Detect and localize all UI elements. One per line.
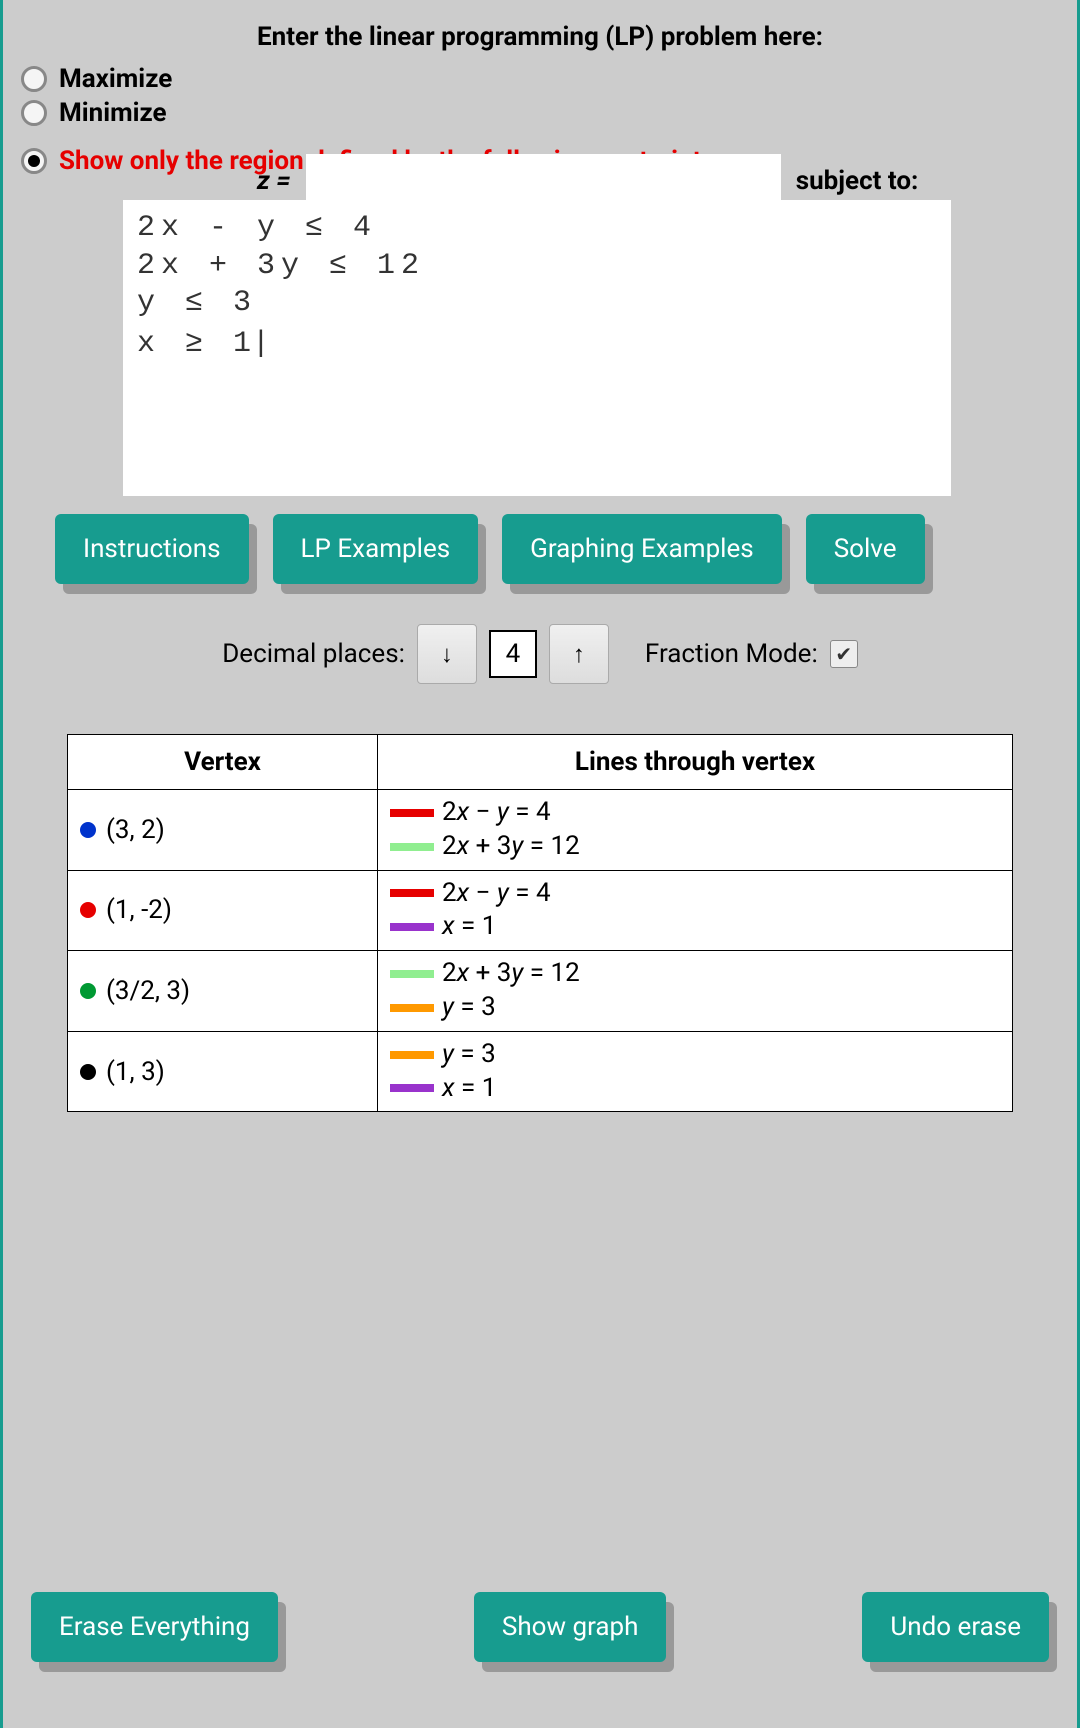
radio-minimize-label: Minimize	[59, 98, 167, 128]
solve-button[interactable]: Solve	[806, 514, 925, 584]
vertex-value: (3, 2)	[106, 815, 165, 845]
line-color-swatch-icon	[390, 843, 434, 851]
line-color-swatch-icon	[390, 1051, 434, 1059]
line-equation: y = 3	[390, 1038, 1000, 1072]
z-equals-label: z =	[257, 166, 291, 196]
table-row: (1, 3) y = 3x = 1	[68, 1031, 1013, 1112]
fraction-mode-checkbox[interactable]: ✔	[830, 640, 858, 668]
page-title: Enter the linear programming (LP) proble…	[9, 0, 1071, 64]
line-equation: 2x − y = 4	[390, 796, 1000, 830]
fraction-mode-label: Fraction Mode:	[645, 639, 818, 669]
line-equation: 2x + 3y = 12	[390, 957, 1000, 991]
radio-region-only[interactable]	[21, 148, 47, 174]
line-equation: y = 3	[390, 991, 1000, 1025]
line-color-swatch-icon	[390, 923, 434, 931]
line-equation: 2x + 3y = 12	[390, 830, 1000, 864]
instructions-button[interactable]: Instructions	[55, 514, 249, 584]
radio-maximize[interactable]	[21, 66, 47, 92]
line-equation: 2x − y = 4	[390, 877, 1000, 911]
vertex-dot-icon	[80, 1064, 96, 1080]
line-equation: x = 1	[390, 910, 1000, 944]
vertex-dot-icon	[80, 983, 96, 999]
vertex-value: (1, -2)	[106, 895, 172, 925]
vertex-value: (1, 3)	[106, 1057, 165, 1087]
undo-erase-button[interactable]: Undo erase	[862, 1592, 1049, 1662]
decimal-value: 4	[489, 630, 537, 678]
line-color-swatch-icon	[390, 1084, 434, 1092]
line-color-swatch-icon	[390, 1004, 434, 1012]
line-equation: x = 1	[390, 1072, 1000, 1106]
table-row: (3, 2) 2x − y = 42x + 3y = 12	[68, 790, 1013, 871]
vertex-dot-icon	[80, 822, 96, 838]
decimal-increase-button[interactable]: ↑	[549, 624, 609, 684]
results-table: Vertex Lines through vertex (3, 2) 2x − y…	[67, 734, 1013, 1112]
constraints-textarea[interactable]: 2x - y ≤ 4 2x + 3y ≤ 12 y ≤ 3 x ≥ 1|	[123, 200, 951, 496]
vertex-value: (3/2, 3)	[106, 976, 190, 1006]
show-graph-button[interactable]: Show graph	[474, 1592, 667, 1662]
radio-maximize-label: Maximize	[59, 64, 172, 94]
lp-examples-button[interactable]: LP Examples	[273, 514, 479, 584]
objective-input[interactable]	[306, 154, 781, 208]
erase-button[interactable]: Erase Everything	[31, 1592, 278, 1662]
line-color-swatch-icon	[390, 970, 434, 978]
table-row: (1, -2) 2x − y = 4x = 1	[68, 870, 1013, 951]
graphing-examples-button[interactable]: Graphing Examples	[502, 514, 782, 584]
line-color-swatch-icon	[390, 809, 434, 817]
subject-to-label: subject to:	[796, 166, 919, 196]
vertex-dot-icon	[80, 902, 96, 918]
header-vertex: Vertex	[68, 735, 378, 790]
header-lines: Lines through vertex	[378, 735, 1013, 790]
decimal-decrease-button[interactable]: ↓	[417, 624, 477, 684]
radio-minimize[interactable]	[21, 100, 47, 126]
line-color-swatch-icon	[390, 889, 434, 897]
decimal-places-label: Decimal places:	[222, 639, 405, 669]
table-row: (3/2, 3) 2x + 3y = 12y = 3	[68, 951, 1013, 1032]
